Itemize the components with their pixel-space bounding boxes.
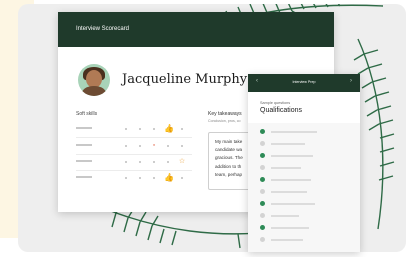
candidate-name: Jacqueline Murphy — [122, 72, 248, 87]
speech-flag-icon[interactable]: ▫ — [150, 142, 158, 150]
chevron-right-icon[interactable]: › — [350, 78, 352, 84]
rating-dot[interactable] — [150, 174, 158, 182]
rating-dot[interactable] — [122, 142, 130, 150]
key-takeaways-subtitle: Conclusion, pros, co — [208, 119, 241, 123]
prep-option[interactable] — [260, 213, 350, 219]
rating-dot[interactable] — [150, 158, 158, 166]
rating-dot[interactable] — [136, 158, 144, 166]
interview-prep-panel: ‹ Interview Prep › Sample questions Qual… — [248, 74, 360, 252]
soft-skill-row: 👍 — [76, 124, 188, 133]
row-divider — [76, 170, 192, 171]
option-placeholder-line — [271, 155, 313, 157]
option-placeholder-line — [271, 131, 317, 133]
rating-dot[interactable] — [122, 174, 130, 182]
option-placeholder-line — [271, 227, 309, 229]
row-divider — [76, 154, 192, 155]
radio-unselected-icon[interactable] — [260, 237, 265, 242]
radio-selected-icon[interactable] — [260, 225, 265, 230]
marketing-illustration: Interview Scorecard Jacqueline Murphy So… — [0, 0, 412, 257]
radio-selected-icon[interactable] — [260, 177, 265, 182]
rating-dot[interactable] — [178, 142, 186, 150]
radio-unselected-icon[interactable] — [260, 141, 265, 146]
rating-dot[interactable] — [178, 174, 186, 182]
radio-unselected-icon[interactable] — [260, 189, 265, 194]
option-placeholder-line — [271, 215, 299, 217]
radio-selected-icon[interactable] — [260, 201, 265, 206]
option-placeholder-line — [271, 191, 307, 193]
soft-skills-label: Soft skills — [76, 111, 98, 117]
rating-dot[interactable] — [136, 125, 144, 133]
prep-option[interactable] — [260, 237, 350, 243]
prep-option[interactable] — [260, 189, 350, 195]
thumbs-up-icon[interactable]: 👍 — [164, 125, 174, 133]
rating-dot[interactable] — [150, 125, 158, 133]
star-icon[interactable]: ☆ — [178, 158, 186, 166]
prep-header: ‹ Interview Prep › — [248, 74, 360, 92]
rating-dot[interactable] — [122, 158, 130, 166]
prep-option[interactable] — [260, 177, 350, 183]
prep-option[interactable] — [260, 201, 350, 207]
option-placeholder-line — [271, 203, 315, 205]
soft-skill-row: ▫ — [76, 141, 188, 149]
rating-dot[interactable] — [122, 125, 130, 133]
prep-option[interactable] — [260, 225, 350, 231]
key-takeaways-label: Key takeaways — [208, 111, 242, 117]
prep-options-area — [248, 123, 360, 252]
prep-title: Qualifications — [260, 107, 303, 114]
prep-option[interactable] — [260, 165, 350, 171]
option-placeholder-line — [271, 179, 311, 181]
prep-kicker: Sample questions — [260, 101, 291, 105]
candidate-avatar — [78, 64, 110, 96]
option-placeholder-line — [271, 143, 305, 145]
prep-option[interactable] — [260, 141, 350, 147]
thumbs-up-icon[interactable]: 👍 — [164, 174, 174, 182]
prep-header-title: Interview Prep — [292, 80, 316, 84]
option-placeholder-line — [271, 239, 303, 241]
rating-dot[interactable] — [164, 158, 172, 166]
option-placeholder-line — [271, 167, 301, 169]
radio-selected-icon[interactable] — [260, 153, 265, 158]
prep-option[interactable] — [260, 129, 350, 135]
rating-dot[interactable] — [164, 142, 172, 150]
soft-skill-row: 👍 — [76, 173, 188, 182]
rating-dot[interactable] — [178, 125, 186, 133]
row-divider — [76, 137, 192, 138]
soft-skill-row: ☆ — [76, 157, 188, 165]
prep-option[interactable] — [260, 153, 350, 159]
scorecard-title: Interview Scorecard — [76, 26, 130, 32]
radio-unselected-icon[interactable] — [260, 213, 265, 218]
rating-dot[interactable] — [136, 174, 144, 182]
scorecard-header: Interview Scorecard — [58, 12, 334, 47]
radio-unselected-icon[interactable] — [260, 165, 265, 170]
radio-selected-icon[interactable] — [260, 129, 265, 134]
rating-dot[interactable] — [136, 142, 144, 150]
